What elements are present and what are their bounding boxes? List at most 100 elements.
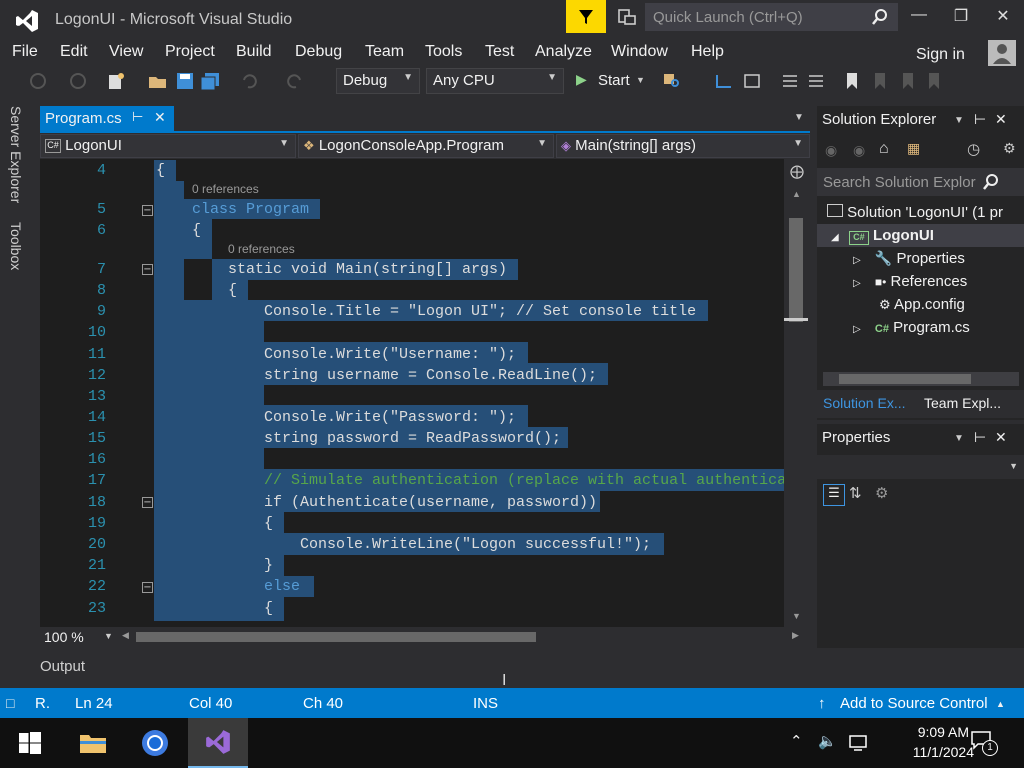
output-panel-tab[interactable]: Output — [40, 658, 85, 675]
vertical-scroll-thumb[interactable] — [789, 218, 803, 322]
toolbox-tab[interactable]: Toolbox — [8, 222, 24, 270]
close-icon[interactable]: ✕ — [995, 111, 1007, 128]
minimize-button[interactable]: — — [908, 6, 930, 28]
menu-window[interactable]: Window — [611, 43, 668, 61]
zoom-chevron-down-icon[interactable]: ▼ — [104, 631, 113, 641]
property-pages-icon[interactable]: ⚙ — [875, 484, 888, 502]
menu-debug[interactable]: Debug — [295, 43, 342, 61]
clear-bookmarks-icon[interactable] — [924, 72, 944, 90]
windows-start-icon[interactable] — [0, 718, 60, 768]
volume-icon[interactable]: 🔈 — [818, 732, 837, 750]
file-explorer-icon[interactable] — [63, 718, 123, 768]
tree-item-program-cs[interactable]: ▷ C# Program.cs — [853, 319, 970, 336]
tree-item-app-config[interactable]: ⚙ App.config — [879, 296, 965, 313]
chevron-down-icon[interactable]: ▼ — [954, 115, 964, 126]
system-clock[interactable]: 9:09 AM 11/1/2024 — [913, 722, 974, 762]
save-icon[interactable] — [175, 72, 195, 90]
home-icon[interactable]: ⌂ — [879, 140, 889, 158]
bookmark-icon[interactable] — [842, 72, 862, 90]
uncomment-lines-icon[interactable] — [806, 72, 826, 90]
previous-bookmark-icon[interactable] — [870, 72, 890, 90]
next-bookmark-icon[interactable] — [898, 72, 918, 90]
collapse-icon[interactable]: − — [142, 582, 153, 593]
solution-configuration-dropdown[interactable]: Debug ▼ — [336, 68, 420, 94]
avatar[interactable] — [988, 40, 1016, 66]
alphabetical-icon[interactable]: ⇅ — [849, 484, 862, 502]
menu-team[interactable]: Team — [365, 43, 404, 61]
forward-icon[interactable]: ◉ — [853, 142, 865, 159]
project-dropdown[interactable]: C# LogonUI ▼ — [40, 134, 296, 158]
solution-platform-dropdown[interactable]: Any CPU ▼ — [426, 68, 564, 94]
menu-test[interactable]: Test — [485, 43, 514, 61]
sign-in-link[interactable]: Sign in — [916, 46, 965, 64]
tree-project-logonui[interactable]: ◢ C# LogonUI — [831, 227, 934, 245]
restore-button[interactable]: ❐ — [950, 6, 972, 28]
menu-help[interactable]: Help — [691, 43, 724, 61]
navigate-forward-icon[interactable] — [68, 72, 88, 90]
menu-view[interactable]: View — [109, 43, 143, 61]
feedback-icon[interactable] — [616, 6, 638, 28]
undo-icon[interactable] — [240, 72, 260, 90]
scroll-right-icon[interactable]: ▶ — [792, 630, 799, 641]
pin-icon[interactable]: ⊢ — [974, 111, 986, 128]
member-dropdown[interactable]: ◈ Main(string[] args) ▼ — [556, 134, 810, 158]
type-dropdown[interactable]: ❖ LogonConsoleApp.Program ▼ — [298, 134, 554, 158]
server-explorer-tab[interactable]: Server Explorer — [8, 106, 24, 203]
categorized-icon[interactable]: ☰ — [823, 484, 845, 506]
step-over-icon[interactable] — [742, 72, 762, 90]
find-in-files-icon[interactable] — [662, 72, 682, 90]
zoom-level[interactable]: 100 % — [44, 629, 84, 645]
start-button[interactable]: ▶ Start ▼ — [574, 70, 648, 92]
redo-icon[interactable] — [284, 72, 304, 90]
open-file-icon[interactable] — [148, 72, 168, 90]
visual-studio-taskbar-icon[interactable] — [188, 718, 248, 768]
split-window-icon[interactable]: ⨁ — [790, 163, 804, 180]
scroll-down-icon[interactable]: ▼ — [792, 611, 801, 621]
solution-search-input[interactable]: Search Solution Explor — [817, 168, 1024, 196]
step-into-icon[interactable] — [714, 72, 734, 90]
switch-views-icon[interactable]: ▦ — [907, 140, 920, 157]
menu-analyze[interactable]: Analyze — [535, 43, 592, 61]
collapse-icon[interactable]: − — [142, 205, 153, 216]
scroll-up-icon[interactable]: ▲ — [792, 189, 801, 199]
tab-team-explorer[interactable]: Team Expl... — [924, 395, 1001, 411]
menu-edit[interactable]: Edit — [60, 43, 88, 61]
se-horizontal-scrollbar[interactable] — [823, 372, 1019, 386]
code-editor[interactable]: 4 5 6 7 8 9 10 11 12 13 14 15 16 17 18 1… — [40, 159, 810, 627]
pin-icon[interactable]: ⊢ — [132, 109, 143, 125]
chevron-up-icon[interactable]: ▲ — [996, 699, 1005, 709]
quick-launch-input[interactable]: Quick Launch (Ctrl+Q) — [645, 3, 898, 31]
scroll-left-icon[interactable]: ◀ — [122, 630, 129, 641]
tab-program-cs[interactable]: Program.cs ⊢ ✕ — [40, 106, 174, 132]
chevron-up-icon[interactable]: ⌃ — [790, 732, 803, 750]
tab-solution-explorer[interactable]: Solution Ex... — [823, 395, 906, 411]
navigate-back-icon[interactable] — [28, 72, 48, 90]
wrench-icon[interactable]: ⚙ — [1003, 140, 1016, 157]
close-icon[interactable]: ✕ — [154, 109, 166, 126]
codelens-references[interactable]: 0 references — [228, 242, 295, 256]
menu-file[interactable]: File — [12, 43, 38, 61]
collapse-icon[interactable]: − — [142, 264, 153, 275]
tree-item-properties[interactable]: ▷ 🔧 Properties — [853, 250, 965, 267]
notification-center-icon[interactable]: 1 — [970, 730, 998, 758]
chrome-browser-icon[interactable] — [125, 718, 185, 768]
comment-lines-icon[interactable] — [780, 72, 800, 90]
add-to-source-control-button[interactable]: Add to Source Control — [840, 695, 988, 712]
network-icon[interactable] — [848, 734, 870, 752]
close-button[interactable]: ✕ — [992, 6, 1014, 28]
history-icon[interactable]: ◷ — [967, 140, 980, 158]
se-horizontal-thumb[interactable] — [839, 374, 971, 384]
save-all-icon[interactable] — [200, 72, 220, 90]
back-icon[interactable]: ◉ — [825, 142, 837, 159]
document-list-chevron-down-icon[interactable]: ▼ — [794, 112, 804, 123]
new-project-icon[interactable] — [106, 72, 126, 90]
menu-tools[interactable]: Tools — [425, 43, 462, 61]
notification-filter-icon[interactable] — [566, 0, 606, 33]
codelens-references[interactable]: 0 references — [192, 182, 259, 196]
pin-icon[interactable]: ⊢ — [974, 429, 986, 446]
chevron-down-icon[interactable]: ▼ — [954, 433, 964, 444]
close-icon[interactable]: ✕ — [995, 429, 1007, 446]
collapse-icon[interactable]: − — [142, 497, 153, 508]
tree-item-references[interactable]: ▷ ■• References — [853, 273, 967, 290]
tree-solution[interactable]: Solution 'LogonUI' (1 pr — [827, 204, 1003, 221]
